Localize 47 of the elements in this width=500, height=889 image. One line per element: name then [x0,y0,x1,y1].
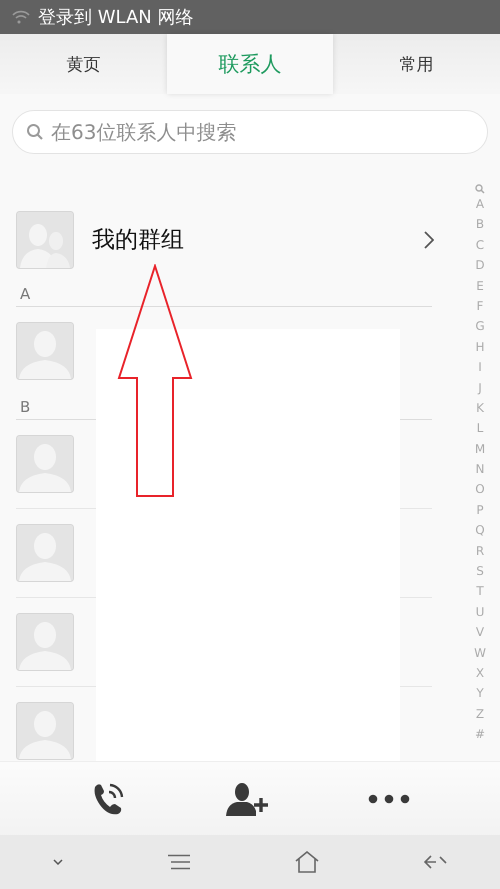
index-letter[interactable]: J [478,378,482,398]
index-letter[interactable]: X [476,662,484,684]
index-letter[interactable]: K [476,398,484,418]
group-avatar-icon [16,210,74,268]
index-letter[interactable]: # [474,724,486,745]
home-icon[interactable] [294,851,318,873]
index-letter[interactable]: T [476,581,484,602]
back-icon[interactable] [424,854,448,870]
chevron-right-icon [424,230,434,248]
more-icon[interactable] [368,794,410,804]
avatar-icon [16,524,74,582]
index-letter[interactable]: A [476,194,484,214]
index-letter[interactable]: W [474,642,486,663]
tab[interactable]: 联系人 [166,34,334,94]
index-letter[interactable]: C [476,234,484,256]
chevron-down-icon[interactable] [52,859,62,865]
index-letter[interactable]: N [476,459,484,480]
status-text: 登录到 WLAN 网络 [38,6,194,29]
index-letter[interactable]: R [476,540,484,562]
index-letter[interactable]: F [476,296,484,316]
index-letter[interactable]: V [476,622,484,643]
index-letter[interactable]: B [476,214,484,235]
wifi-icon [12,10,30,24]
index-letter[interactable]: Z [476,704,484,724]
tab[interactable]: 常用 [333,34,500,94]
index-letter[interactable]: L [476,418,484,439]
index-letter[interactable]: M [474,438,486,460]
index-letter[interactable]: G [475,316,485,337]
index-letter[interactable]: I [478,357,482,378]
tab[interactable]: 黄页 [0,34,167,94]
section-header: A [16,282,432,307]
index-letter[interactable]: P [476,500,484,520]
menu-icon[interactable] [168,854,190,870]
avatar-icon [16,613,74,671]
index-letter[interactable]: O [475,479,485,500]
index-letter[interactable]: D [475,255,485,276]
index-letter[interactable]: H [475,336,485,358]
index-letter[interactable]: Y [476,683,484,704]
search-field[interactable]: 在63位联系人中搜索 [12,110,488,154]
avatar-icon [16,322,74,380]
index-letter[interactable]: S [476,561,484,582]
add-contact-icon[interactable] [224,780,269,816]
index-letter[interactable]: U [476,602,484,622]
group-row[interactable]: 我的群组 [16,197,456,282]
index-letter[interactable]: E [476,276,484,296]
avatar-icon [16,435,74,493]
index-letter[interactable]: Q [475,520,485,541]
